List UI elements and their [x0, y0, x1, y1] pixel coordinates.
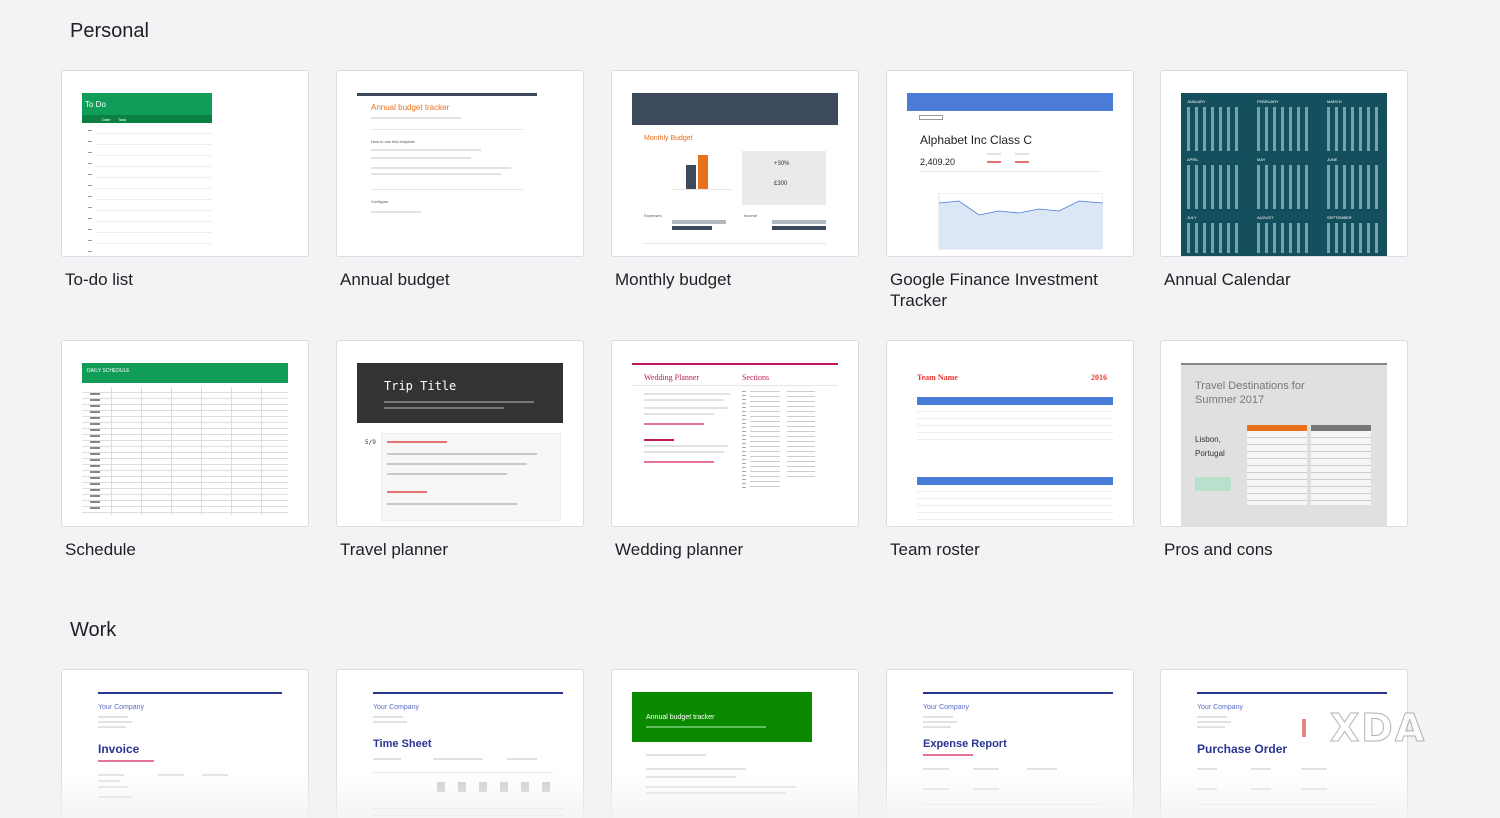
template-label: Wedding planner [615, 540, 744, 559]
template-label: Schedule [65, 540, 136, 559]
annual-budget-howto: How to use this template [371, 139, 415, 144]
purchase-title: Purchase Order [1197, 742, 1288, 756]
monthly-budget-amount: £300 [774, 181, 788, 187]
wedding-title: Wedding Planner [644, 373, 700, 382]
wedding-sections: Sections [742, 373, 770, 382]
roster-title: Team Name [917, 373, 958, 382]
thumbnail-monthly-budget: Monthly Budget +30% £300 Expenses Income [632, 93, 838, 256]
thumbnail-annual-calendar: JANUARY FEBRUARY MARCH APRIL MAY JUNE JU… [1181, 93, 1387, 256]
template-card-travel-planner[interactable]: Trip Title 5/9 [336, 340, 584, 527]
monthly-budget-title: Monthly Budget [644, 135, 693, 142]
calendar-month-label: JULY [1187, 215, 1197, 220]
monthly-income: Income [744, 213, 758, 218]
thumbnail-schedule: DAILY SCHEDULE [82, 363, 288, 526]
todo-col-date: Date [102, 117, 111, 122]
invoice-title: Invoice [98, 742, 140, 756]
annual-budget-title: Annual budget tracker [371, 103, 450, 112]
pros-place: Lisbon, Portugal [1195, 435, 1225, 458]
template-card-annual-budget-work[interactable]: Annual budget tracker [611, 669, 859, 818]
section-title-personal: Personal [70, 20, 149, 42]
thumbnail-invoice: Your Company Invoice [82, 692, 288, 818]
template-card-finance-tracker[interactable]: Alphabet Inc Class C 2,409.20 [886, 70, 1134, 257]
timesheet-company: Your Company [373, 704, 420, 711]
template-card-annual-budget[interactable]: Annual budget tracker How to use this te… [336, 70, 584, 257]
template-card-time-sheet[interactable]: Your Company Time Sheet [336, 669, 584, 818]
thumbnail-travel-planner: Trip Title 5/9 [357, 363, 563, 526]
calendar-month-label: APRIL [1187, 157, 1199, 162]
template-label: Google Finance Investment Tracker [890, 270, 1098, 310]
thumbnail-wedding-planner: Wedding Planner Sections [632, 363, 838, 526]
template-label: Travel planner [340, 540, 449, 559]
todo-header: To Do [85, 100, 106, 109]
template-label: Pros and cons [1164, 540, 1273, 559]
thumbnail-time-sheet: Your Company Time Sheet [357, 692, 563, 818]
calendar-month-label: JUNE [1327, 157, 1338, 162]
finance-line-chart [938, 193, 1103, 250]
thumbnail-finance-tracker: Alphabet Inc Class C 2,409.20 [907, 93, 1113, 256]
finance-company: Alphabet Inc Class C [920, 133, 1033, 147]
watermark-text: XDA [1329, 706, 1427, 751]
thumbnail-annual-budget: Annual budget tracker How to use this te… [357, 93, 563, 256]
template-card-monthly-budget[interactable]: Monthly Budget +30% £300 Expenses Income [611, 70, 859, 257]
template-card-todo-list[interactable]: To Do Date Task [61, 70, 309, 257]
calendar-month-label: SEPTEMBER [1327, 215, 1352, 220]
template-label: Annual budget [340, 270, 450, 289]
calendar-month-label: MAY [1257, 157, 1266, 162]
thumbnail-todo-list: To Do Date Task [82, 93, 288, 256]
template-label: Annual Calendar [1164, 270, 1291, 289]
annual-budget-configure: Configure [371, 199, 389, 204]
watermark: XDA [1292, 706, 1427, 751]
template-card-team-roster[interactable]: Team Name 2016 [886, 340, 1134, 527]
expense-company: Your Company [923, 704, 970, 711]
travel-title: Trip Title [384, 379, 457, 393]
section-title-work: Work [70, 619, 117, 641]
template-card-pros-and-cons[interactable]: Travel Destinations for Summer 2017 Lisb… [1160, 340, 1408, 527]
thumbnail-team-roster: Team Name 2016 [907, 363, 1113, 526]
template-card-schedule[interactable]: DAILY SCHEDULE [61, 340, 309, 527]
template-label: To-do list [65, 270, 134, 289]
roster-year: 2016 [1091, 373, 1107, 382]
todo-col-task: Task [118, 117, 127, 122]
calendar-month-label: AUGUST [1257, 215, 1274, 220]
invoice-company: Your Company [98, 704, 145, 711]
annual-budget-work-title: Annual budget tracker [646, 714, 715, 721]
calendar-month-label: JANUARY [1187, 99, 1206, 104]
pros-title: Travel Destinations for Summer 2017 [1195, 380, 1305, 406]
monthly-expenses: Expenses [644, 213, 662, 218]
expense-title: Expense Report [923, 738, 1007, 750]
thumbnail-pros-and-cons: Travel Destinations for Summer 2017 Lisb… [1181, 363, 1387, 526]
timesheet-title: Time Sheet [373, 738, 432, 750]
schedule-title: DAILY SCHEDULE [87, 368, 130, 374]
template-card-annual-calendar[interactable]: JANUARY FEBRUARY MARCH APRIL MAY JUNE JU… [1160, 70, 1408, 257]
finance-price: 2,409.20 [920, 157, 956, 167]
thumbnail-expense-report: Your Company Expense Report [907, 692, 1113, 818]
template-card-wedding-planner[interactable]: Wedding Planner Sections [611, 340, 859, 527]
calendar-month-label: MARCH [1327, 99, 1342, 104]
template-card-expense-report[interactable]: Your Company Expense Report [886, 669, 1134, 818]
template-label: Monthly budget [615, 270, 732, 289]
template-card-invoice[interactable]: Your Company Invoice [61, 669, 309, 818]
template-label: Team roster [890, 540, 980, 559]
calendar-month-label: FEBRUARY [1257, 99, 1279, 104]
purchase-company: Your Company [1197, 704, 1244, 711]
thumbnail-annual-budget-work: Annual budget tracker [632, 692, 838, 818]
monthly-budget-pct: +30% [774, 161, 790, 167]
travel-date: 5/9 [365, 439, 376, 446]
xda-logo-icon [1292, 709, 1326, 747]
